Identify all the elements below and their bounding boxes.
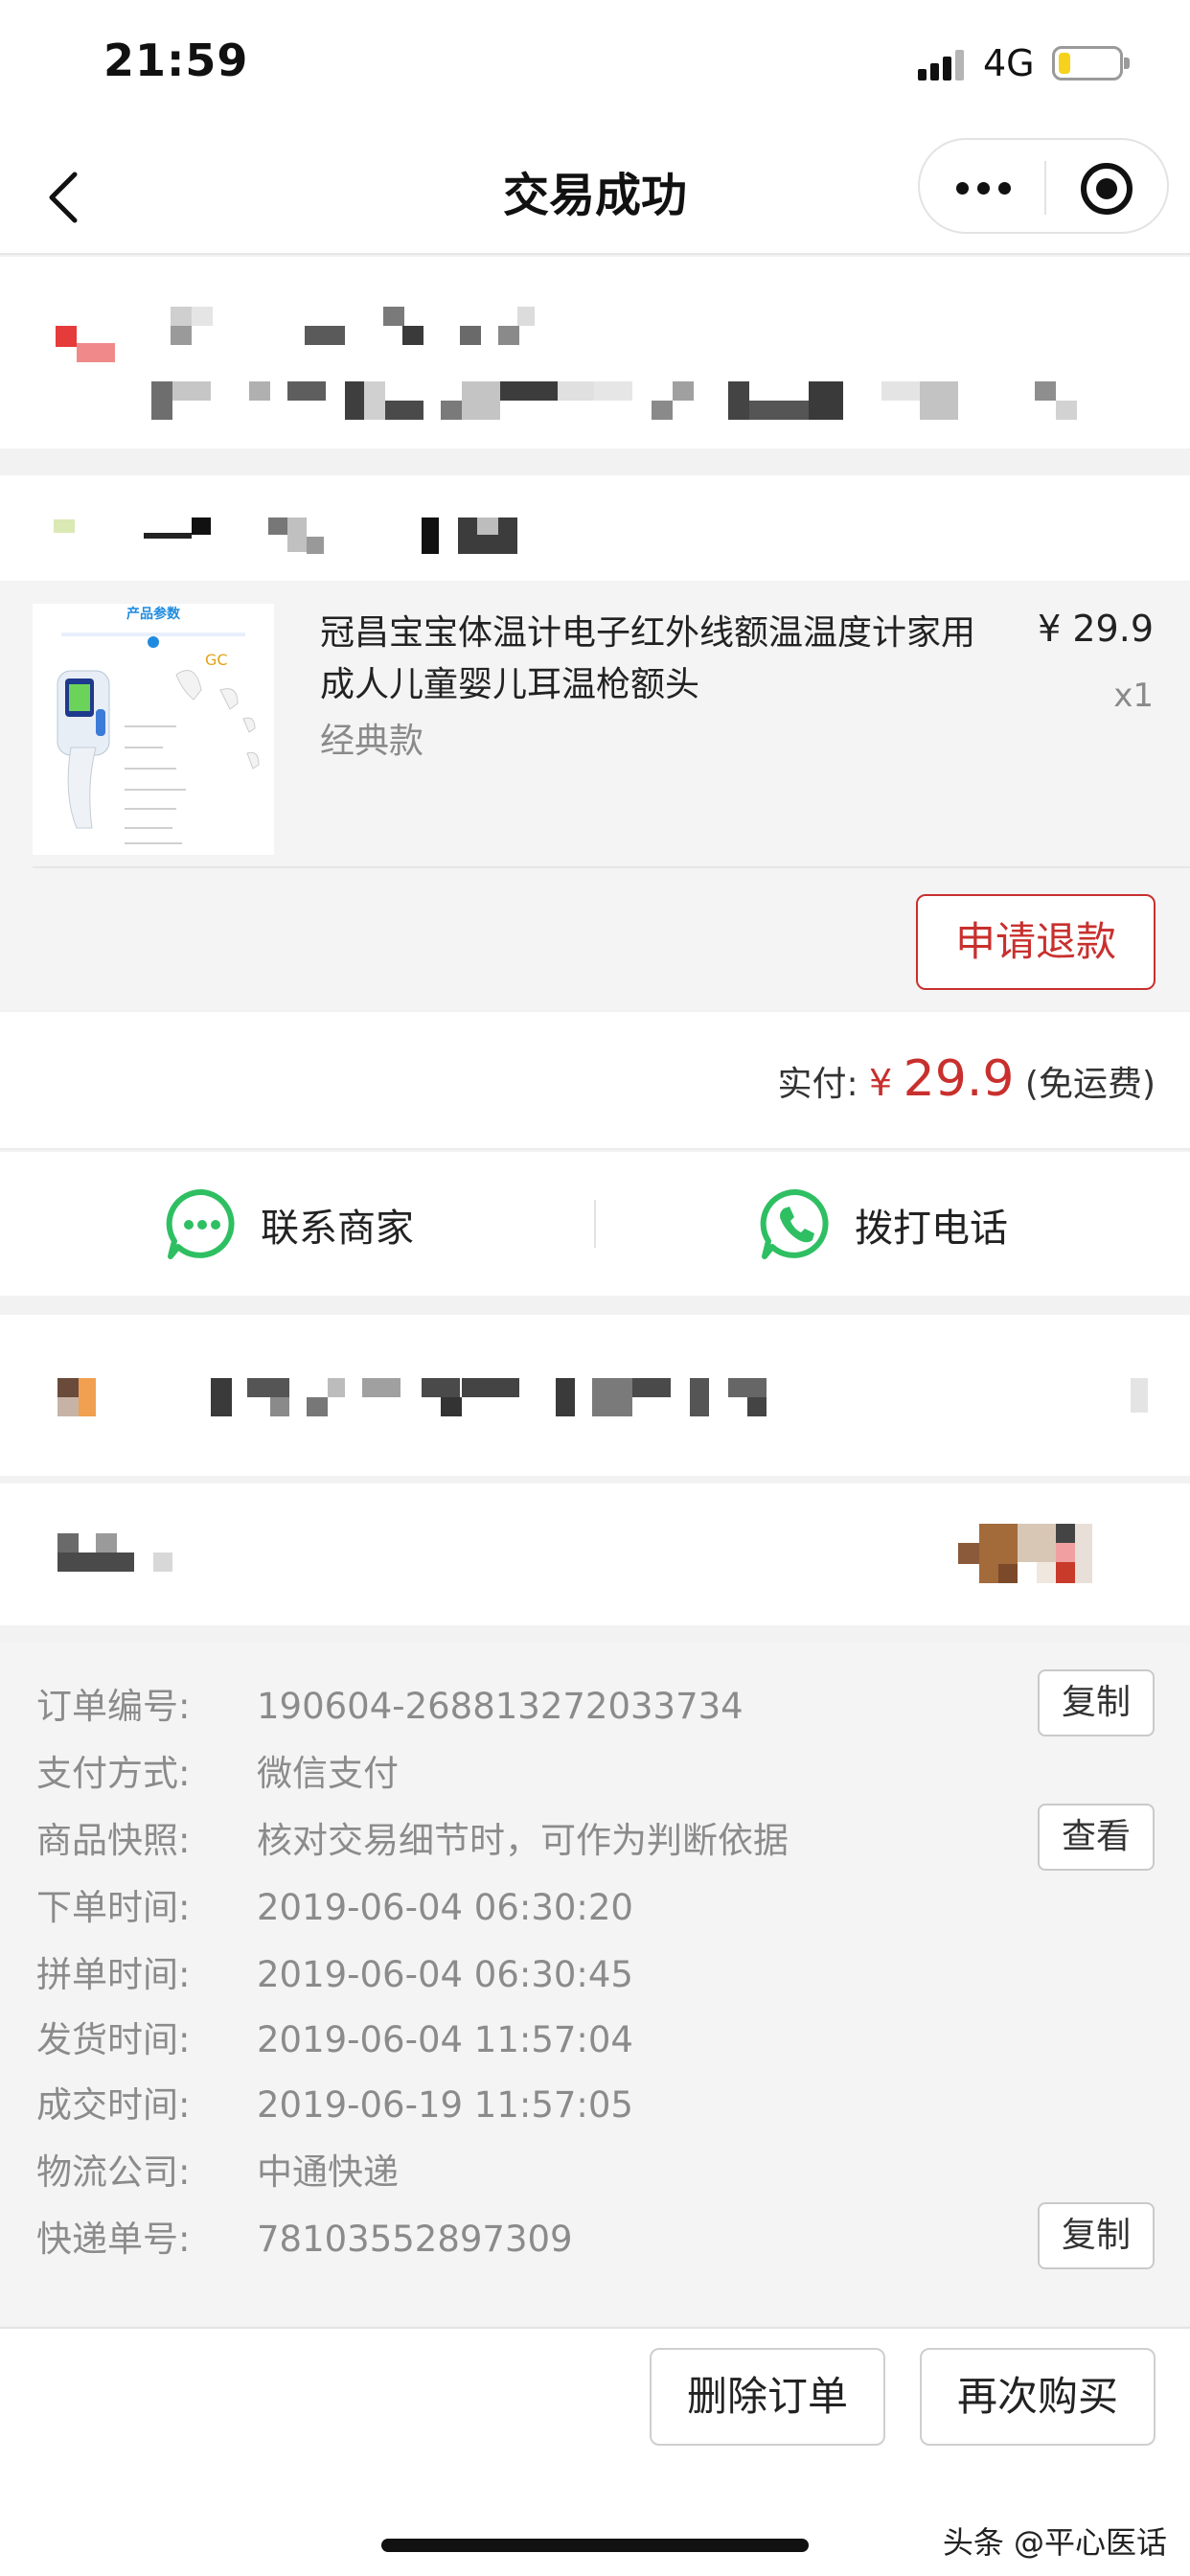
home-indicator[interactable] (381, 2539, 809, 2552)
product-price: ¥ 29.9 (1038, 608, 1154, 650)
deal-time-label: 成交时间: (36, 2084, 191, 2126)
view-snapshot-button[interactable]: 查看 (1038, 1804, 1155, 1871)
order-details: 订单编号: 190604-268813272033734 复制 支付方式: 微信支付… (0, 1643, 1190, 2325)
payment-summary: 实付: ¥ 29.9 (免运费) (0, 1012, 1190, 1150)
call-button[interactable]: 拨打电话 (759, 1188, 1008, 1259)
product-image[interactable]: 产品参数 GC (33, 604, 274, 855)
logistics-company-value: 中通快递 (257, 2151, 399, 2193)
order-number-label: 订单编号: (36, 1686, 191, 1727)
status-time: 21:59 (103, 34, 249, 86)
logistics-company-row: 物流公司: 中通快递 (36, 2143, 399, 2195)
close-target-icon[interactable] (1081, 163, 1133, 215)
ship-time-value: 2019-06-04 11:57:04 (257, 2019, 633, 2060)
svg-text:GC: GC (205, 651, 228, 669)
order-time-value: 2019-06-04 06:30:20 (257, 1887, 633, 1928)
contact-merchant-button[interactable]: 联系商家 (165, 1188, 414, 1259)
refund-button[interactable]: 申请退款 (916, 894, 1156, 990)
paid-currency: ¥ (869, 1062, 893, 1104)
status-bar: 21:59 4G (0, 0, 1190, 130)
tracking-number-value: 78103552897309 (257, 2219, 573, 2260)
group-time-value: 2019-06-04 06:30:45 (257, 1954, 633, 1995)
order-number-row: 订单编号: 190604-268813272033734 (36, 1677, 744, 1729)
contact-merchant-label: 联系商家 (261, 1207, 414, 1251)
more-icon[interactable] (956, 176, 1014, 199)
payment-method-value: 微信支付 (257, 1753, 399, 1794)
divider (594, 1200, 596, 1248)
shipping-note: (免运费) (1024, 1065, 1156, 1104)
snapshot-row: 商品快照: 核对交易细节时，可作为判断依据 (36, 1811, 789, 1863)
order-number-value: 190604-268813272033734 (257, 1686, 744, 1727)
member-info-block[interactable] (0, 1484, 1190, 1625)
product-spec: 经典款 (320, 722, 424, 761)
tracking-number-label: 快递单号: (36, 2219, 191, 2260)
deal-time-value: 2019-06-19 11:57:05 (257, 2084, 633, 2126)
ship-time-label: 发货时间: (36, 2019, 191, 2060)
phone-icon (760, 1188, 829, 1259)
deal-time-row: 成交时间: 2019-06-19 11:57:05 (36, 2076, 633, 2128)
order-detail-page: 21:59 4G 交易成功 产品参数 GC 冠昌宝宝体温计电子红外线额温温度计家… (0, 0, 1190, 2576)
ship-time-row: 发货时间: 2019-06-04 11:57:04 (36, 2011, 633, 2062)
copy-tracking-number-button[interactable]: 复制 (1038, 2202, 1155, 2269)
address-block[interactable] (0, 257, 1190, 448)
payment-method-label: 支付方式: (36, 1753, 191, 1794)
paid-amount: 29.9 (903, 1050, 1015, 1108)
logistics-company-label: 物流公司: (36, 2151, 191, 2193)
payment-method-row: 支付方式: 微信支付 (36, 1744, 399, 1796)
snapshot-value: 核对交易细节时，可作为判断依据 (257, 1820, 789, 1861)
battery-icon (1052, 46, 1130, 80)
tracking-number-row: 快递单号: 78103552897309 (36, 2210, 573, 2262)
product-card[interactable]: 产品参数 GC 冠昌宝宝体温计电子红外线额温温度计家用成人儿童婴儿耳温枪额头 经… (0, 583, 1190, 1010)
watermark: 头条 @平心医话 (942, 2524, 1167, 2561)
nav-bar: 交易成功 (0, 130, 1190, 255)
paid-amount-row: 实付: ¥ 29.9 (免运费) (777, 1050, 1156, 1108)
group-time-row: 拼单时间: 2019-06-04 06:30:45 (36, 1945, 633, 1997)
call-label: 拨打电话 (855, 1207, 1008, 1251)
chat-icon (166, 1188, 235, 1259)
divider (33, 866, 1190, 868)
contact-bar: 联系商家 拨打电话 (0, 1152, 1190, 1296)
signal-icon (918, 48, 968, 80)
snapshot-label: 商品快照: (36, 1820, 191, 1861)
product-name[interactable]: 冠昌宝宝体温计电子红外线额温温度计家用成人儿童婴儿耳温枪额头 (320, 608, 981, 711)
store-header[interactable] (0, 475, 1190, 581)
copy-order-number-button[interactable]: 复制 (1038, 1669, 1155, 1736)
paid-label: 实付: (777, 1065, 858, 1104)
group-info-block[interactable] (0, 1315, 1190, 1476)
group-time-label: 拼单时间: (36, 1954, 191, 1995)
rebuy-button[interactable]: 再次购买 (920, 2348, 1156, 2446)
miniprogram-capsule (918, 138, 1169, 234)
network-type: 4G (983, 42, 1035, 84)
product-quantity: x1 (1113, 677, 1154, 715)
bottom-action-bar: 删除订单 再次购买 头条 @平心医话 (0, 2327, 1190, 2576)
order-time-row: 下单时间: 2019-06-04 06:30:20 (36, 1878, 633, 1930)
order-time-label: 下单时间: (36, 1887, 191, 1928)
delete-order-button[interactable]: 删除订单 (650, 2348, 885, 2446)
